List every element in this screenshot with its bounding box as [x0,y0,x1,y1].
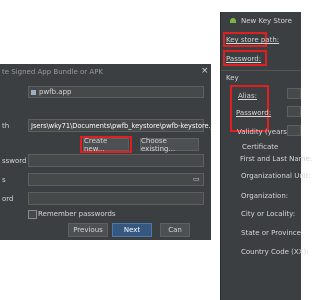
alias-label: Alias: [238,92,257,100]
choose-existing-button[interactable]: Choose existing... [140,137,199,153]
divider [221,70,301,71]
org-unit-label: Organizational Unit: [241,172,311,180]
key-store-password-field[interactable] [28,154,204,167]
first-last-name-label: First and Last Name: [240,155,313,163]
next-button[interactable]: Next [112,223,152,237]
create-new-button[interactable]: Create new... [83,137,129,153]
key-store-path-label: th [2,122,10,130]
title-bar: New Key Store [221,12,301,30]
remember-passwords-checkbox[interactable] [28,210,37,219]
organization-label: Organization: [241,192,289,200]
key-section-label: Key [226,74,239,82]
new-key-store-dialog: New Key Store Key store path: Password: … [220,12,312,300]
password-label: Password: [226,55,262,63]
validity-spinner[interactable] [287,125,301,136]
key-store-path-label: Key store path: [226,36,280,44]
dialog-title: New Key Store [241,17,292,25]
cancel-button[interactable]: Can [160,223,190,237]
remember-passwords-label: Remember passwords [38,210,116,218]
module-value: pwfb.app [39,88,72,96]
certificate-label: Certificate [242,143,279,151]
validity-label: Validity (years): [237,128,293,136]
previous-button[interactable]: Previous [68,223,108,237]
state-label: State or Province: [241,229,304,237]
title-bar: te Signed App Bundle or APK × [0,64,211,80]
key-password-field[interactable] [287,106,301,117]
android-module-icon [31,90,36,95]
android-icon [230,18,236,23]
module-dropdown[interactable]: pwfb.app [28,86,204,98]
generate-signed-apk-dialog: te Signed App Bundle or APK × pwfb.app t… [0,64,220,240]
alias-field[interactable] [287,88,301,99]
close-icon[interactable]: × [201,66,209,76]
key-alias-label: s [2,176,6,184]
key-alias-field[interactable]: ▭ [28,173,204,186]
key-store-path-value: Jsers\wky71\Documents\pwfb_keystore\pwfb… [31,122,220,130]
city-label: City or Locality: [241,210,296,218]
key-password-label: ord [2,195,14,203]
key-store-password-label: ssword [2,157,27,165]
folder-icon[interactable]: ▭ [193,175,200,183]
key-store-path-field[interactable]: Jsers\wky71\Documents\pwfb_keystore\pwfb… [28,119,220,132]
country-label: Country Code (XX): [241,248,309,256]
key-password-field[interactable] [28,192,204,205]
dialog-title: te Signed App Bundle or APK [2,68,104,76]
key-password-label: Password: [236,109,272,117]
